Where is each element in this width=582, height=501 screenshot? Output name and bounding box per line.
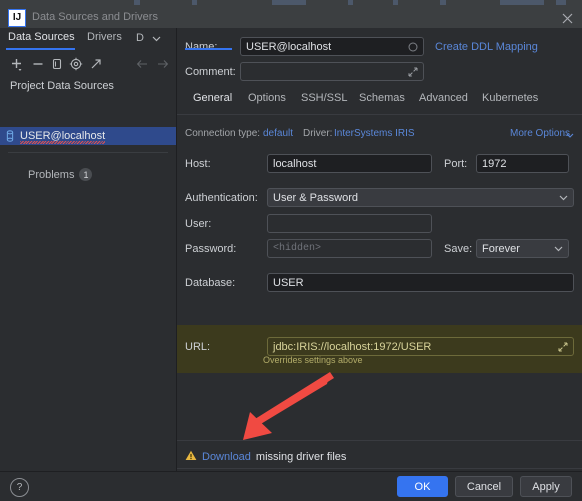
- error-underline: [20, 141, 106, 144]
- sidebar: Data Sources Drivers D Project Data Sour…: [0, 28, 176, 471]
- database-icon: [0, 130, 20, 142]
- driver-label: Driver:: [303, 128, 333, 139]
- create-ddl-mapping-link[interactable]: Create DDL Mapping: [435, 41, 538, 53]
- url-override-note: Overrides settings above: [263, 355, 363, 365]
- connection-type-value[interactable]: default: [263, 128, 293, 139]
- driver-value[interactable]: InterSystems IRIS: [334, 128, 415, 139]
- save-label: Save:: [444, 242, 473, 255]
- sidebar-tabs: Data Sources Drivers D: [0, 28, 176, 50]
- user-input[interactable]: [267, 214, 432, 233]
- chevron-down-icon[interactable]: [566, 130, 574, 142]
- problems-label: Problems: [28, 168, 75, 181]
- arrow-left-icon[interactable]: [133, 55, 151, 73]
- close-icon[interactable]: [558, 9, 576, 27]
- tab-drivers[interactable]: Drivers: [85, 31, 124, 43]
- copy-icon[interactable]: [47, 54, 67, 74]
- problems-count-badge: 1: [79, 168, 93, 181]
- port-value: 1972: [482, 157, 507, 170]
- name-value: USER@localhost: [246, 40, 332, 53]
- host-label: Host:: [185, 157, 211, 170]
- tab-options[interactable]: Options: [248, 92, 286, 104]
- data-sources-dialog: IJ Data Sources and Drivers Data Sources…: [0, 0, 582, 501]
- chevron-down-icon: [559, 193, 568, 203]
- connection-meta-row: Connection type: default Driver: InterSy…: [185, 128, 574, 142]
- sidebar-toolbar: [0, 52, 176, 76]
- name-label: Name:: [185, 40, 218, 53]
- tab-ssh-ssl[interactable]: SSH/SSL: [301, 92, 347, 104]
- sidebar-item-problems[interactable]: Problems 1: [28, 168, 93, 181]
- connection-type-label: Connection type:: [185, 128, 261, 139]
- authentication-value: User & Password: [273, 191, 358, 204]
- external-link-icon[interactable]: [86, 54, 106, 74]
- cancel-button[interactable]: Cancel: [455, 476, 513, 497]
- details-tab-indicator: [185, 48, 232, 50]
- tab-advanced[interactable]: Advanced: [419, 92, 468, 104]
- name-input[interactable]: USER@localhost: [240, 37, 424, 56]
- sidebar-divider: [8, 152, 168, 153]
- save-select[interactable]: Forever: [476, 239, 569, 258]
- dialog-footer: ? OK Cancel Apply: [0, 471, 582, 501]
- host-value: localhost: [273, 157, 317, 170]
- database-value: USER: [273, 276, 304, 289]
- tab-kubernetes[interactable]: Kubernetes: [482, 92, 538, 104]
- details-panel: Name: USER@localhost Create DDL Mapping …: [177, 28, 582, 487]
- apply-button[interactable]: Apply: [520, 476, 572, 497]
- authentication-select[interactable]: User & Password: [267, 188, 574, 207]
- warning-triangle-icon: [185, 450, 197, 464]
- app-logo-text: IJ: [12, 12, 22, 23]
- chevron-down-icon: [554, 244, 563, 254]
- tab-schemas[interactable]: Schemas: [359, 92, 405, 104]
- comment-input[interactable]: [240, 62, 424, 81]
- authentication-label: Authentication:: [185, 191, 258, 204]
- expand-icon[interactable]: [557, 341, 569, 353]
- port-label: Port:: [444, 157, 468, 170]
- password-placeholder: <hidden>: [273, 243, 322, 254]
- password-input[interactable]: <hidden>: [267, 239, 432, 258]
- url-input[interactable]: jdbc:IRIS://localhost:1972/USER: [267, 337, 574, 356]
- plus-dropdown-icon[interactable]: [7, 54, 27, 74]
- url-label: URL:: [185, 340, 211, 353]
- dialog-title-bar: IJ Data Sources and Drivers: [0, 6, 582, 28]
- comment-label: Comment:: [185, 65, 236, 78]
- url-value: jdbc:IRIS://localhost:1972/USER: [273, 340, 432, 353]
- expand-icon[interactable]: [407, 66, 419, 78]
- circle-icon[interactable]: [407, 41, 419, 53]
- details-tabs-separator: [177, 114, 582, 115]
- host-input[interactable]: localhost: [267, 154, 432, 173]
- driver-warning-text: missing driver files: [255, 451, 347, 463]
- tab-data-sources[interactable]: Data Sources: [6, 31, 77, 43]
- chevron-down-icon[interactable]: [149, 32, 163, 46]
- sidebar-group-header: Project Data Sources: [10, 80, 114, 92]
- download-driver-link[interactable]: Download: [202, 451, 251, 463]
- sidebar-item-user-localhost[interactable]: USER@localhost: [0, 127, 176, 145]
- database-label: Database:: [185, 276, 236, 289]
- tab-truncated[interactable]: D: [136, 32, 144, 44]
- arrow-right-icon[interactable]: [153, 55, 171, 73]
- status-separator-top: [177, 440, 582, 441]
- user-label: User:: [185, 217, 212, 230]
- port-input[interactable]: 1972: [476, 154, 569, 173]
- status-separator-bottom: [177, 468, 582, 469]
- minus-icon[interactable]: [28, 54, 48, 74]
- more-options-link[interactable]: More Options: [510, 128, 570, 139]
- password-label: Password:: [185, 242, 237, 255]
- sidebar-item-label: USER@localhost: [20, 130, 106, 144]
- tab-selection-indicator: [6, 48, 75, 50]
- tab-general[interactable]: General: [193, 92, 232, 104]
- database-input[interactable]: USER: [267, 273, 574, 292]
- app-logo-icon: IJ: [8, 9, 26, 27]
- driver-warning-row: Download missing driver files: [185, 450, 346, 464]
- dialog-title: Data Sources and Drivers: [32, 11, 158, 23]
- ok-button[interactable]: OK: [397, 476, 448, 497]
- save-value: Forever: [482, 242, 520, 255]
- question-mark-icon[interactable]: ?: [10, 478, 29, 497]
- gear-icon[interactable]: [66, 54, 86, 74]
